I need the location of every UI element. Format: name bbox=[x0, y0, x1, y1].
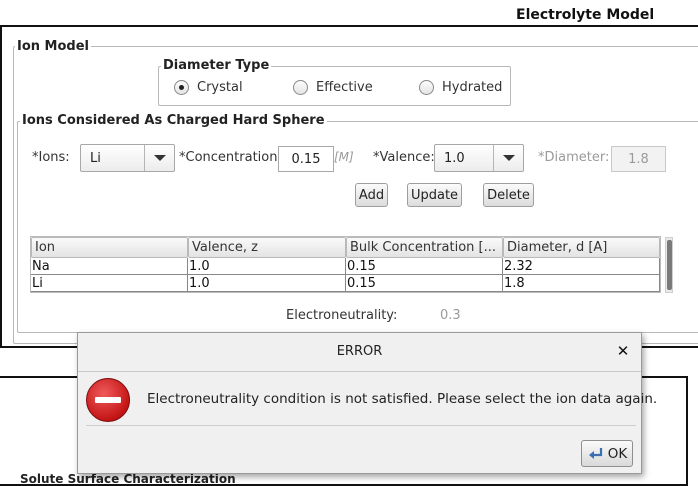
close-icon[interactable]: ✕ bbox=[614, 342, 632, 360]
table-cell: 1.0 bbox=[188, 258, 346, 274]
radio-hydrated[interactable]: Hydrated bbox=[419, 80, 502, 95]
add-button[interactable]: Add bbox=[355, 183, 388, 207]
radio-dot-icon bbox=[174, 80, 189, 95]
electroneutrality-value: 0.3 bbox=[440, 308, 461, 323]
concentration-label: *Concentration: bbox=[179, 150, 282, 165]
column-header[interactable]: Valence, z bbox=[188, 237, 346, 258]
dialog-divider bbox=[86, 425, 636, 426]
radio-dot-icon bbox=[419, 80, 434, 95]
table-cell: 0.15 bbox=[346, 258, 503, 274]
radio-effective-label: Effective bbox=[316, 80, 373, 95]
table-cell: 0.15 bbox=[346, 275, 503, 291]
table-cell: 1.0 bbox=[188, 275, 346, 291]
table-cell: Na bbox=[31, 258, 188, 274]
column-header[interactable]: Diameter, d [A] bbox=[503, 237, 660, 258]
lower-panel-title: Solute Surface Characterization bbox=[20, 472, 236, 486]
hard-sphere-title: Ions Considered As Charged Hard Sphere bbox=[20, 113, 327, 128]
valence-select[interactable]: 1.0 bbox=[434, 144, 524, 172]
radio-crystal[interactable]: Crystal bbox=[174, 80, 243, 95]
ions-select-value: Li bbox=[90, 150, 101, 166]
radio-hydrated-label: Hydrated bbox=[442, 80, 503, 95]
delete-button[interactable]: Delete bbox=[483, 183, 534, 207]
table-cell: 2.32 bbox=[503, 258, 660, 274]
error-dialog: ERROR ✕ Electroneutrality condition is n… bbox=[77, 332, 657, 474]
ions-label: *Ions: bbox=[32, 150, 70, 165]
electroneutrality-label: Electroneutrality: bbox=[286, 308, 398, 323]
valence-label: *Valence: bbox=[373, 150, 435, 165]
dialog-message: Electroneutrality condition is not satis… bbox=[147, 391, 658, 407]
column-header[interactable]: Bulk Concentration [... bbox=[346, 237, 503, 258]
table-cell: 1.8 bbox=[503, 275, 660, 291]
ok-button[interactable]: OK bbox=[581, 440, 633, 467]
ion-model-title: Ion Model bbox=[15, 39, 91, 54]
table-row[interactable]: Li 1.0 0.15 1.8 bbox=[31, 275, 660, 292]
chevron-down-icon bbox=[493, 145, 523, 171]
diameter-input: 1.8 bbox=[611, 146, 666, 172]
dialog-divider bbox=[78, 371, 641, 372]
concentration-input[interactable]: 0.15 bbox=[278, 146, 334, 172]
diameter-type-title: Diameter Type bbox=[161, 58, 272, 73]
valence-select-value: 1.0 bbox=[444, 150, 465, 166]
table-cell: Li bbox=[31, 275, 188, 291]
concentration-unit: [M] bbox=[334, 150, 354, 164]
diameter-label: *Diameter: bbox=[538, 150, 610, 165]
enter-arrow-icon bbox=[588, 447, 602, 459]
dialog-title: ERROR bbox=[336, 343, 383, 359]
chevron-down-icon bbox=[144, 145, 174, 171]
table-row[interactable]: Na 1.0 0.15 2.32 bbox=[31, 258, 660, 275]
electrolyte-model-panel: Ion Model Diameter Type Crystal Effectiv… bbox=[0, 25, 698, 348]
ok-button-label: OK bbox=[607, 445, 628, 462]
window-title: Electrolyte Model bbox=[516, 7, 655, 23]
diameter-type-group: Diameter Type Crystal Effective Hydrated bbox=[158, 58, 511, 106]
column-header[interactable]: Ion bbox=[31, 237, 188, 258]
update-button[interactable]: Update bbox=[407, 183, 462, 207]
scrollbar-thumb[interactable] bbox=[667, 240, 672, 290]
radio-dot-icon bbox=[293, 80, 308, 95]
radio-effective[interactable]: Effective bbox=[293, 80, 373, 95]
ions-select[interactable]: Li bbox=[80, 144, 175, 172]
ion-table: Ion Valence, z Bulk Concentration [... D… bbox=[30, 236, 661, 293]
error-icon bbox=[86, 378, 130, 422]
table-header: Ion Valence, z Bulk Concentration [... D… bbox=[31, 237, 660, 258]
table-scrollbar[interactable] bbox=[665, 237, 673, 293]
radio-crystal-label: Crystal bbox=[197, 80, 243, 95]
